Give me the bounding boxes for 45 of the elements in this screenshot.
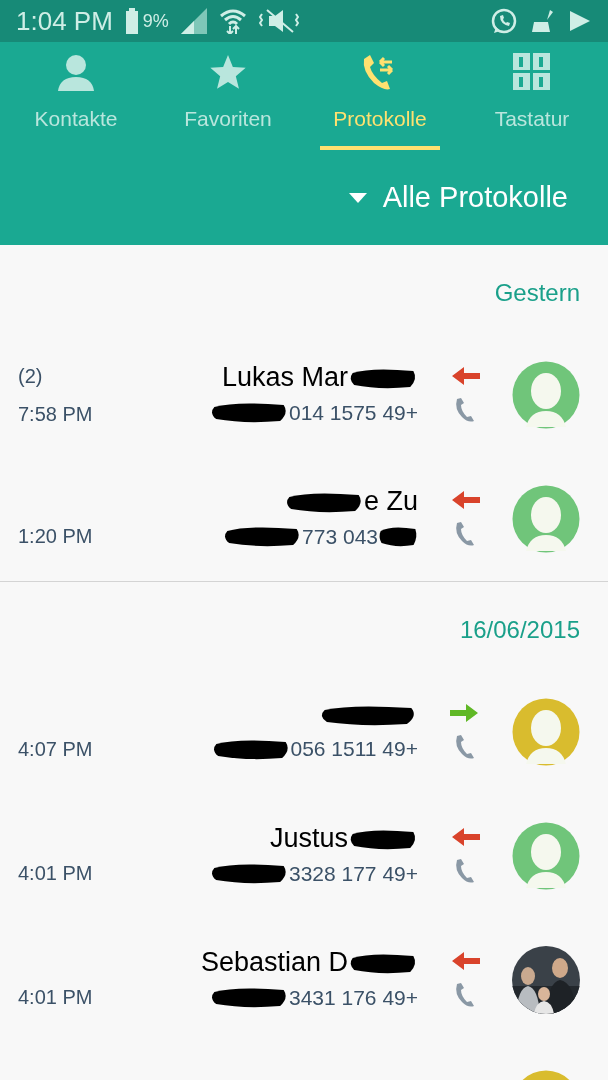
missed-arrow-icon: [450, 951, 480, 970]
contact-name: e Zu: [363, 488, 418, 515]
play-icon: [568, 9, 592, 33]
call-count: (2): [18, 363, 44, 389]
broom-icon: [530, 8, 556, 34]
battery-level: 9%: [142, 9, 169, 33]
date-header: 16/06/2015: [459, 615, 580, 645]
phone-number: 014 1575 49+: [288, 401, 418, 423]
phone-number: 3328 177 49+: [288, 862, 418, 884]
phone-number: 3431 176 49+: [288, 986, 418, 1008]
call-time: 4:07 PM: [18, 736, 94, 762]
call-time: 1:20 PM: [18, 523, 94, 549]
phone-icon: [454, 981, 476, 1008]
call-time: 4:01 PM: [18, 860, 94, 886]
phone-icon: [454, 520, 476, 547]
missed-arrow-icon: [450, 366, 480, 385]
battery-icon: [124, 8, 139, 34]
missed-arrow-icon: [450, 827, 480, 846]
call-log-entry[interactable]: 4:07 PM 056 1511 49+: [0, 669, 608, 794]
call-time: 7:58 PM: [18, 401, 94, 427]
keypad-icon: [513, 52, 551, 91]
call-log-entry[interactable]: (2) 7:58 PM Lukas Mar 014 1575 49+: [0, 332, 608, 457]
chat-icon: [490, 7, 518, 35]
date-header: Gestern: [494, 278, 580, 308]
call-log-entry[interactable]: 4:01 PM Justus 3328 177 49+: [0, 793, 608, 918]
phone-number: 056 1511 49+: [290, 738, 418, 759]
call-log-entry[interactable]: 4:01 PM Sebastian D 3431 176 49+: [0, 917, 608, 1042]
wifi-icon: [218, 8, 247, 34]
phone-icon: [454, 396, 476, 423]
phone-icon: [454, 857, 476, 884]
contact-name: Justus: [269, 825, 348, 852]
clock: 1:04 PM: [16, 4, 113, 38]
call-time: 4:01 PM: [18, 984, 94, 1010]
signal-icon: [180, 8, 207, 34]
person-icon: [56, 52, 96, 91]
contact-name: Sebastian D: [200, 949, 348, 976]
missed-arrow-icon: [450, 490, 480, 509]
dropdown-caret-icon: [348, 192, 367, 203]
phone-icon: [454, 733, 476, 760]
call-log-entry[interactable]: 1:20 PM e Zu 773 043: [0, 456, 608, 581]
outgoing-arrow-icon: [450, 703, 480, 722]
mute-icon: [258, 8, 299, 34]
star-icon: [209, 54, 247, 91]
contact-name: Lukas Mar: [221, 364, 348, 391]
phone-number: 773 043: [302, 525, 378, 547]
